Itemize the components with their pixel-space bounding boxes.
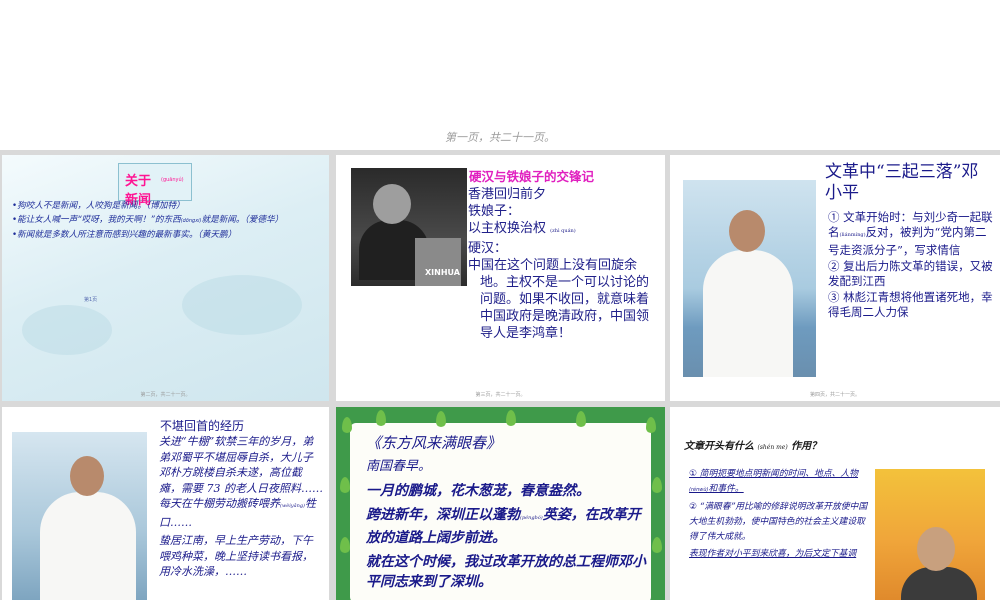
pinyin-note: (wèiyǎng) [280, 503, 305, 509]
slide-thumbnail-1[interactable]: 关于 新闻 (guānyú) •狗咬人不是新闻，人咬狗是新闻。（博加特） •能让… [2, 155, 329, 401]
body-line: 硬汉： [468, 241, 508, 256]
slide-body: 关进“牛棚”软禁三年的岁月，弟弟邓蜀平不堪屈辱自杀，大儿子邓朴方跳楼自杀未遂，高… [159, 434, 323, 583]
list-item: ② “满眼春”用比喻的修辞说明改革开放使中国大地生机勃勃，使中国特色的社会主义建… [689, 502, 868, 542]
item-text: ① 简明扼要地点明新闻的时间、地点、人物 [689, 469, 859, 479]
slide-thumbnail-3[interactable]: 文革中“三起三落”邓小平 ① 文革开始时：与刘少奇一起联名(liánmíng)反… [670, 155, 1000, 401]
leaf-decoration [646, 417, 656, 433]
photo-head [373, 184, 411, 224]
slide-heading: 不堪回首的经历 [160, 419, 245, 433]
list-item: ② 复出后力陈文革的错误，又被发配到江西 [828, 259, 993, 288]
body-paragraph: 中国在这个问题上没有回旋余地。主权不是一个可以讨论的问题。如果不收回，就意味着中… [468, 258, 650, 341]
slide-heading: 文革中“三起三落”邓小平 [825, 162, 979, 203]
body-paragraph: 关进“牛棚”软禁三年的岁月，弟弟邓蜀平不堪屈辱自杀，大儿子邓朴方跳楼自杀未遂，高… [159, 434, 323, 530]
slide-footer: 第三页，共二十一页。 [475, 392, 526, 398]
speaker-photo: XINHUA [351, 168, 467, 286]
body-text: 以主权换治权 [468, 221, 547, 236]
quote-list: •狗咬人不是新闻，人咬狗是新闻。（博加特） •能让女人喊一声“哎呀，我的天啊！”… [12, 199, 322, 242]
pinyin-note: (shén me) [757, 444, 788, 451]
article-title: 《东方风来满眼春》 [366, 434, 502, 452]
leaf-decoration [576, 411, 586, 427]
quote-text: 就是新闻。（爱德华） [201, 215, 284, 225]
quote-text: •能让女人喊一声“哎呀，我的天啊！”的东西 [12, 215, 181, 225]
slide-title-text: 关于 [125, 174, 152, 189]
pinyin-note: (liánmíng) [839, 232, 866, 238]
leaf-decoration [340, 477, 350, 493]
blank-top-area: 第一页，共二十一页。 [0, 0, 1000, 150]
heading-text: 文章开头有什么 [684, 441, 754, 452]
photo-figure [703, 250, 793, 377]
body-text: 关进“牛棚”软禁三年的岁月，弟弟邓蜀平不堪屈辱自杀，大儿子邓朴方跳楼自杀未遂，高… [159, 435, 323, 510]
pinyin-note: (rénwù) [689, 487, 709, 493]
body-line: 香港回归前夕 [468, 187, 547, 202]
leaf-decoration [376, 410, 386, 426]
slide-heading: 硬汉与铁娘子的交锋记 [469, 169, 595, 184]
quote-item: •新闻就是多数人所注意而感到兴趣的最新事实。（黄天鹏） [12, 230, 237, 240]
heading-text: 作用？ [791, 441, 822, 452]
photo-podium [415, 238, 461, 286]
leaf-decoration [436, 411, 446, 427]
body-line: 铁娘子： [468, 204, 521, 219]
portrait-photo [12, 432, 147, 600]
portrait-photo [875, 469, 985, 600]
photo-head [917, 527, 955, 571]
list-item: ① 文革开始时：与刘少奇一起联名(liánmíng)反对，被判为“党内第二号走资… [828, 210, 996, 258]
list-item: 表现作者对小平到来欣喜，为后文定下基调 [689, 549, 857, 559]
photo-head [729, 210, 765, 252]
item-text: 反对，被判为“党内第二号走资派分子”，写求情信 [828, 225, 987, 257]
leaf-decoration [506, 410, 516, 426]
leaf-decoration [652, 477, 662, 493]
leaf-decoration [342, 417, 352, 433]
slide-heading: 文章开头有什么 (shén me) 作用？ [684, 437, 821, 452]
pinyin-note: (zhì quán) [550, 228, 576, 234]
photo-watermark: XINHUA [425, 268, 460, 277]
body-line: 以主权换治权 (zhì quán) [468, 220, 660, 240]
pinyin-note: (péngbó) [520, 515, 543, 521]
slide-title-ruby: (guānyú) [161, 177, 184, 183]
article-subtitle: 南国春早。 [366, 459, 432, 474]
photo-figure [40, 492, 136, 600]
body-text: 跨进新年，深圳正以蓬勃 [366, 507, 520, 523]
item-text: 和事件。 [708, 484, 744, 494]
slide-footer: 第二页，共二十一页。 [140, 392, 191, 398]
photo-head [70, 456, 104, 496]
leaf-decoration [652, 537, 662, 553]
slide-body: 香港回归前夕 铁娘子： 以主权换治权 (zhì quán) 硬汉： 中国在这个问… [468, 186, 660, 342]
slide-thumbnail-6[interactable]: 文章开头有什么 (shén me) 作用？ ① 简明扼要地点明新闻的时间、地点、… [670, 407, 1000, 600]
slide-thumbnail-2[interactable]: XINHUA 硬汉与铁娘子的交锋记 香港回归前夕 铁娘子： 以主权换治权 (zh… [336, 155, 665, 401]
decorative-blob [182, 275, 302, 335]
pinyin-note: (dōngxi) [180, 218, 202, 224]
tiny-label: 第1页 [84, 297, 98, 303]
quote-item: •狗咬人不是新闻，人咬狗是新闻。（博加特） [12, 201, 185, 211]
photo-figure [901, 567, 977, 600]
quote-item: •能让女人喊一声“哎呀，我的天啊！”的东西(dōngxi)就是新闻。（爱德华） [12, 213, 322, 228]
slide-items: ① 文革开始时：与刘少奇一起联名(liánmíng)反对，被判为“党内第二号走资… [828, 210, 996, 321]
page-label: 第一页，共二十一页。 [445, 131, 555, 144]
slide-body: 《东方风来满眼春》 南国春早。 一月的鹏城，花木葱茏，春意盎然。 跨进新年，深圳… [366, 433, 651, 596]
leaf-decoration [340, 537, 350, 553]
decorative-blob [22, 305, 112, 355]
body-paragraph: 就在这个时候，我过改革开放的总工程师邓小平同志来到了深圳。 [366, 554, 646, 590]
list-item: ① 简明扼要地点明新闻的时间、地点、人物 (rénwù)和事件。 [689, 467, 871, 498]
body-paragraph: 跨进新年，深圳正以蓬勃(péngbó)英姿，在改革开放的道路上阔步前进。 [366, 505, 651, 548]
body-paragraph: 蛰居江南，早上生产劳动，下午喂鸡种菜，晚上坚持读书看报，用冷水洗澡，…… [159, 534, 313, 578]
list-item: ③ 林彪江青想将他置诸死地，幸得毛周二人力保 [828, 290, 993, 319]
slide-thumbnail-4[interactable]: 不堪回首的经历 关进“牛棚”软禁三年的岁月，弟弟邓蜀平不堪屈辱自杀，大儿子邓朴方… [2, 407, 329, 600]
body-paragraph: 一月的鹏城，花木葱茏，春意盎然。 [366, 483, 590, 499]
slide-footer: 第四页，共二十一页。 [809, 392, 860, 398]
portrait-photo [683, 180, 816, 377]
slide-items: ① 简明扼要地点明新闻的时间、地点、人物 (rénwù)和事件。 ② “满眼春”用… [689, 467, 871, 564]
slide-thumbnail-5[interactable]: 《东方风来满眼春》 南国春早。 一月的鹏城，花木葱茏，春意盎然。 跨进新年，深圳… [336, 407, 665, 600]
slide-title-box: 关于 新闻 (guānyú) [118, 163, 192, 208]
